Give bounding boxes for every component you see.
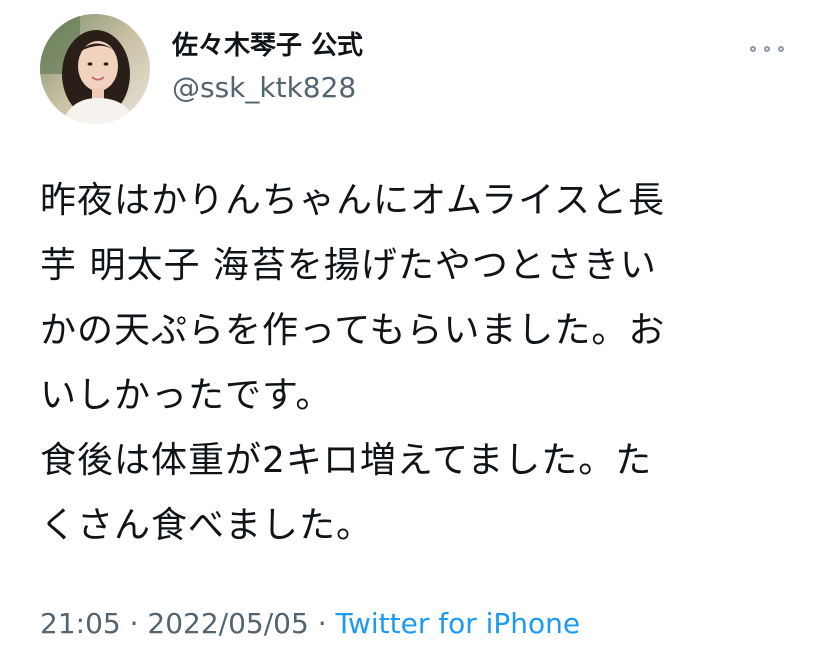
- meta-separator: ·: [120, 607, 148, 640]
- avatar[interactable]: [40, 14, 150, 124]
- display-name[interactable]: 佐々木琴子 公式: [172, 30, 363, 62]
- more-options-button[interactable]: [750, 38, 784, 60]
- tweet-source-link[interactable]: Twitter for iPhone: [336, 607, 581, 640]
- more-horizontal-icon-dot: [778, 46, 784, 52]
- tweet-text-line: いしかったです。: [40, 375, 333, 416]
- more-horizontal-icon: [750, 46, 756, 52]
- tweet-text-line: くさん食べました。: [40, 505, 374, 546]
- user-info: 佐々木琴子 公式 @ssk_ktk828: [172, 30, 363, 104]
- user-handle[interactable]: @ssk_ktk828: [172, 72, 363, 104]
- tweet-text-line: 昨夜はかりんちゃんにオムライスと長: [40, 180, 666, 221]
- tweet-text-line: 芋 明太子 海苔を揚げたやつとさきい: [40, 245, 657, 286]
- tweet-card: 佐々木琴子 公式 @ssk_ktk828 昨夜はかりんちゃんにオムライスと長 芋…: [0, 0, 828, 666]
- tweet-metadata: 21:05 · 2022/05/05 · Twitter for iPhone: [40, 604, 580, 644]
- tweet-text-line: かの天ぷらを作ってもらいました。お: [40, 310, 666, 351]
- tweet-text: 昨夜はかりんちゃんにオムライスと長 芋 明太子 海苔を揚げたやつとさきい かの天…: [40, 168, 800, 558]
- meta-separator: ·: [308, 607, 336, 640]
- tweet-date[interactable]: 2022/05/05: [147, 607, 308, 640]
- avatar-photo: [40, 14, 150, 124]
- more-horizontal-icon-dot: [764, 46, 770, 52]
- tweet-text-line: 食後は体重が2キロ増えてました。た: [40, 440, 653, 481]
- tweet-time[interactable]: 21:05: [40, 607, 121, 640]
